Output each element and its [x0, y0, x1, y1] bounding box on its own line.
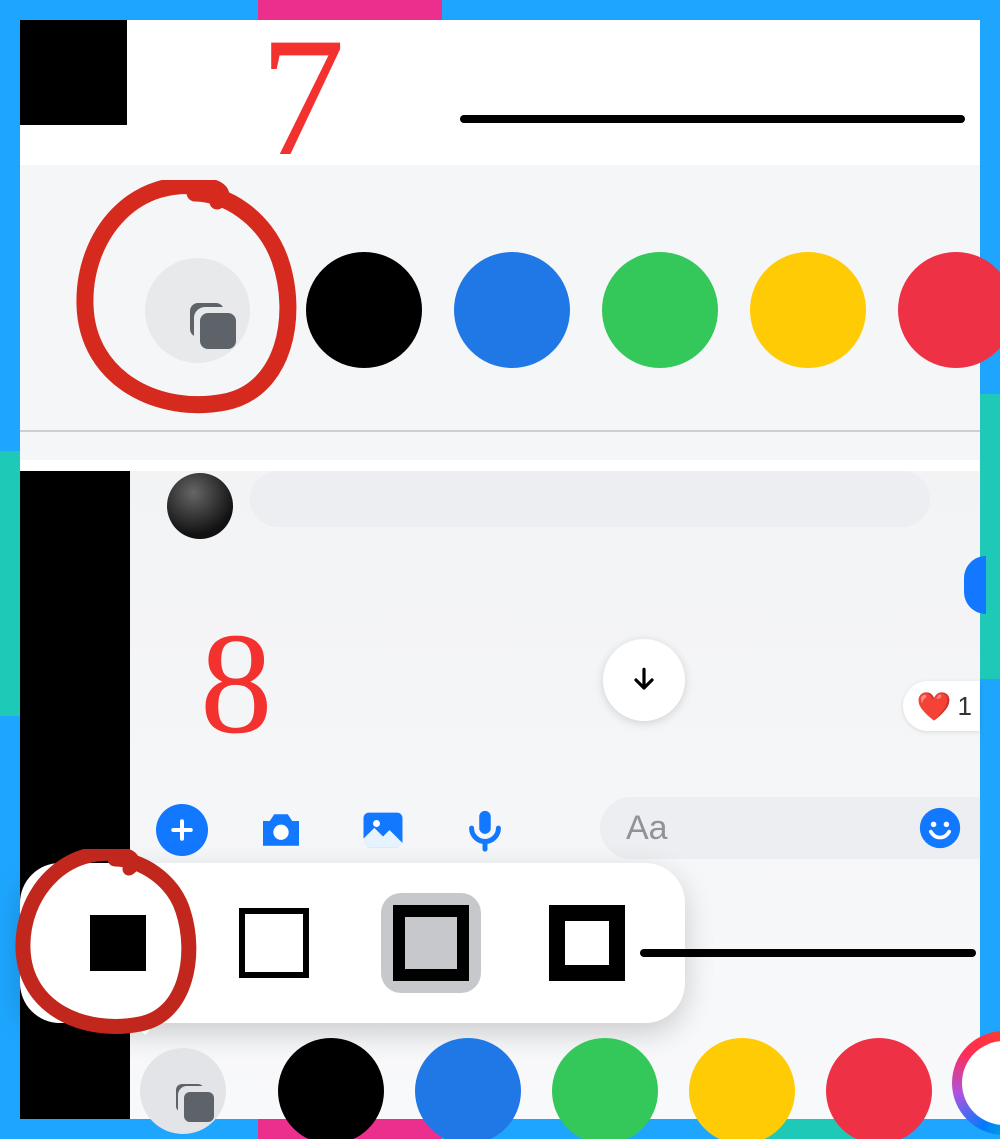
gallery-button[interactable]	[354, 801, 412, 859]
content-area: 7 8	[20, 20, 980, 1119]
arrow-down-icon	[628, 664, 660, 696]
camera-button[interactable]	[252, 801, 310, 859]
step-number-7: 7	[260, 0, 345, 195]
shape-option-outline-thick[interactable]	[537, 893, 637, 993]
panel7-sidebar-fragment	[20, 20, 127, 125]
color-swatch-green[interactable]	[602, 252, 718, 368]
message-input[interactable]: Aa	[600, 797, 980, 859]
border-right-teal	[980, 394, 1000, 679]
color-swatch-red[interactable]	[898, 252, 1000, 368]
panel7-divider	[20, 430, 980, 432]
heart-icon: ❤️	[917, 690, 952, 723]
message-reaction-pill[interactable]: ❤️ 1	[903, 681, 980, 731]
color-swatch-blue-b[interactable]	[415, 1038, 521, 1139]
step-number-8: 8	[200, 601, 273, 767]
color-swatch-green-b[interactable]	[552, 1038, 658, 1139]
contact-avatar[interactable]	[167, 473, 233, 539]
shape-option-outline-medium[interactable]	[381, 893, 481, 993]
panel-step-8: 8 ❤️ 1	[130, 471, 980, 1119]
shape-tool-button-b[interactable]	[140, 1048, 226, 1134]
color-swatch-yellow-b[interactable]	[689, 1038, 795, 1139]
color-swatch-black[interactable]	[306, 252, 422, 368]
send-button-peek[interactable]	[964, 556, 986, 614]
annotated-screenshot: 7 8	[0, 0, 1000, 1139]
color-swatch-black-b[interactable]	[278, 1038, 384, 1139]
color-swatch-yellow[interactable]	[750, 252, 866, 368]
border-left-teal	[0, 451, 20, 716]
camera-icon	[254, 803, 308, 857]
markup-line-sample-b	[640, 949, 976, 957]
smile-icon[interactable]	[918, 806, 962, 850]
plus-icon	[167, 815, 197, 845]
compose-toolbar	[156, 801, 514, 859]
markup-line-sample	[460, 115, 965, 123]
panel-step-7: 7	[20, 20, 980, 460]
reaction-count: 1	[958, 691, 972, 722]
annotation-circle-step8	[15, 849, 200, 1034]
message-input-placeholder: Aa	[626, 809, 668, 848]
color-wheel-button[interactable]	[952, 1031, 1000, 1135]
microphone-icon	[462, 807, 508, 853]
shape-option-outline-thin[interactable]	[224, 893, 324, 993]
annotation-circle-step7	[75, 180, 300, 415]
color-swatch-red-b[interactable]	[826, 1038, 932, 1139]
color-swatch-blue[interactable]	[454, 252, 570, 368]
voice-button[interactable]	[456, 801, 514, 859]
incoming-message-bubble	[250, 471, 930, 527]
panel7-chat-preview	[20, 20, 980, 165]
image-icon	[357, 804, 409, 856]
scroll-to-bottom-button[interactable]	[603, 639, 685, 721]
